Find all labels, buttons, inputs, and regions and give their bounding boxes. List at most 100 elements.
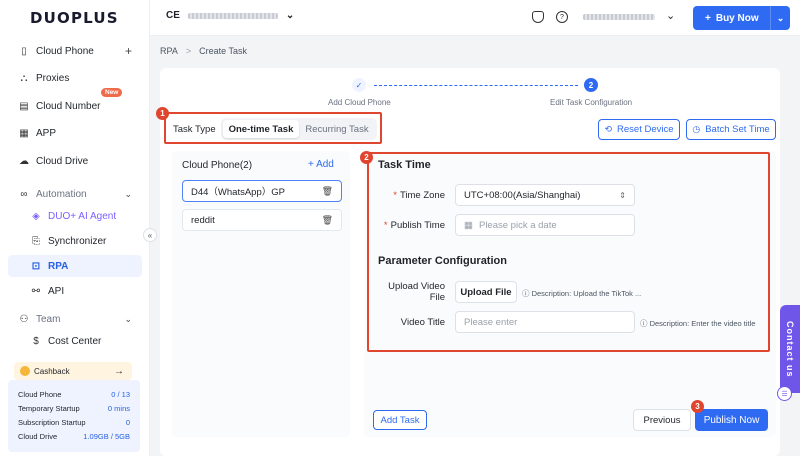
api-icon: ⚯ <box>31 285 41 297</box>
trash-icon[interactable]: 🗑 <box>322 186 333 197</box>
sidebar-item-cloud-number[interactable]: ▤ Cloud Number New <box>8 88 142 117</box>
video-title-description: ⓘ Description: Enter the video title <box>640 318 755 329</box>
clock-icon: ◷ <box>692 124 701 134</box>
team-icon: ⚇ <box>19 313 29 325</box>
batch-set-time-label: Batch Set Time <box>705 124 770 135</box>
info-icon: ⓘ <box>522 289 530 298</box>
breadcrumb: RPA > Create Task <box>160 46 247 56</box>
annotation-marker-3: 3 <box>691 400 704 413</box>
sidebar-item-cloud-phone[interactable]: ▯ Cloud Phone + <box>8 40 142 62</box>
sidebar-item-proxies[interactable]: ⛬ Proxies <box>8 67 142 89</box>
cloud-number-icon: ▤ <box>19 100 29 112</box>
add-task-button[interactable]: Add Task <box>373 410 427 430</box>
cashback-banner[interactable]: Cashback → <box>14 362 132 380</box>
collapse-sidebar-button[interactable]: « <box>143 228 157 242</box>
help-icon[interactable]: ? <box>556 11 568 23</box>
sidebar-item-label: Synchronizer <box>48 235 107 247</box>
chevron-down-icon[interactable]: ⌄ <box>666 9 675 22</box>
usage-value: 0 / 13 <box>111 389 130 399</box>
list-item[interactable]: reddit 🗑 <box>182 209 342 231</box>
redacted-user-email[interactable] <box>583 14 655 20</box>
upload-file-button[interactable]: Upload File <box>455 281 517 303</box>
contact-us-tab[interactable]: Contact us <box>780 305 800 393</box>
buy-now-button[interactable]: + Buy Now ⌄ <box>693 6 790 30</box>
chat-icon[interactable]: ☰ <box>777 386 792 401</box>
video-title-placeholder: Please enter <box>464 316 518 328</box>
publish-time-picker[interactable]: ▦ Please pick a date <box>455 214 635 236</box>
chevron-down-icon: ⌄ <box>124 188 132 199</box>
time-zone-value: UTC+08:00(Asia/Shanghai) <box>464 189 581 201</box>
sidebar-item-app[interactable]: ▦ APP <box>8 122 142 144</box>
breadcrumb-parent[interactable]: RPA <box>160 46 178 56</box>
task-type-label: Task Type <box>173 124 216 135</box>
sidebar-item-api[interactable]: ⚯ API <box>8 280 142 302</box>
top-bar: CE ⌄ ? ⌄ + Buy Now ⌄ <box>150 0 800 36</box>
reset-device-label: Reset Device <box>617 124 674 135</box>
breadcrumb-separator: > <box>185 46 192 56</box>
trash-icon[interactable]: 🗑 <box>322 215 333 226</box>
arrow-right-icon: → <box>114 365 124 377</box>
sidebar-group-label: Automation <box>36 188 87 200</box>
task-time-title: Task Time <box>378 159 431 171</box>
chevron-down-icon: ⌄ <box>124 313 132 324</box>
usage-row: Subscription Startup 0 <box>18 415 130 429</box>
upload-video-label-line1: Upload Video <box>388 281 445 292</box>
rpa-icon: ⊡ <box>31 260 41 272</box>
redacted-account-name <box>187 12 278 19</box>
sidebar-item-label: API <box>48 285 65 297</box>
sidebar-item-label: Cloud Drive <box>36 155 89 167</box>
previous-button[interactable]: Previous <box>633 409 691 431</box>
usage-label: Cloud Drive <box>18 431 58 441</box>
usage-label: Subscription Startup <box>18 417 86 427</box>
video-title-label: Video Title <box>400 317 445 328</box>
sidebar-item-cloud-drive[interactable]: ☁ Cloud Drive <box>8 150 142 172</box>
add-phone-link[interactable]: + Add <box>308 159 334 170</box>
sidebar-item-rpa[interactable]: ⊡ RPA <box>8 255 142 277</box>
new-badge: New <box>101 88 123 97</box>
sidebar-item-synchronizer[interactable]: ⎘ Synchronizer <box>8 230 142 252</box>
cashback-label: Cashback <box>34 366 70 376</box>
app-grid-icon: ▦ <box>19 127 29 139</box>
batch-set-time-button[interactable]: ◷ Batch Set Time <box>686 119 776 140</box>
sidebar-item-label: Cost Center <box>48 335 102 347</box>
publish-time-label-text: Publish Time <box>390 220 445 231</box>
usage-label: Cloud Phone <box>18 389 62 399</box>
video-title-description-text: Description: Enter the video title <box>649 319 756 328</box>
one-time-task-tab[interactable]: One-time Task <box>223 120 299 138</box>
list-item[interactable]: D44（WhatsApp）GP 🗑 <box>182 180 342 202</box>
synchronizer-icon: ⎘ <box>32 235 40 247</box>
sidebar-item-ai-agent[interactable]: ◈ DUO+ AI Agent <box>8 205 142 227</box>
usage-value: 0 mins <box>107 403 130 413</box>
recurring-task-tab[interactable]: Recurring Task <box>299 120 375 138</box>
buy-options-dropdown[interactable]: ⌄ <box>770 6 790 30</box>
chevron-down-icon: ⌄ <box>285 10 295 21</box>
reset-device-button[interactable]: ⟲ Reset Device <box>598 119 680 140</box>
step-check-icon: ✓ <box>352 78 366 92</box>
sidebar-item-cost-center[interactable]: $ Cost Center <box>8 330 142 352</box>
step-connector <box>374 85 578 86</box>
brand-logo[interactable]: DUOPLUS <box>30 9 119 27</box>
step-label-edit-config: Edit Task Configuration <box>550 98 633 107</box>
breadcrumb-current: Create Task <box>199 46 247 56</box>
add-cloud-phone-icon[interactable]: + <box>125 44 132 58</box>
time-zone-label: * Time Zone <box>373 190 445 201</box>
sidebar-group-automation[interactable]: ∞ Automation ⌄ <box>8 183 142 205</box>
publish-time-label: * Publish Time <box>373 220 445 231</box>
info-icon: ⓘ <box>640 319 648 328</box>
parameter-config-title: Parameter Configuration <box>378 255 507 267</box>
video-title-input[interactable]: Please enter <box>455 311 635 333</box>
usage-summary: Cloud Phone 0 / 13 Temporary Startup 0 m… <box>8 380 140 452</box>
task-type-toggle: One-time Task Recurring Task <box>221 118 377 140</box>
sidebar-group-team[interactable]: ⚇ Team ⌄ <box>8 308 142 330</box>
publish-now-button[interactable]: Publish Now <box>695 409 768 431</box>
annotation-marker-1: 1 <box>156 107 169 120</box>
buy-now-label: Buy Now <box>715 12 759 24</box>
time-zone-select[interactable]: UTC+08:00(Asia/Shanghai) ⇕ <box>455 184 635 206</box>
cloud-icon: ☁ <box>19 155 29 167</box>
usage-row: Cloud Phone 0 / 13 <box>18 387 130 401</box>
account-switcher[interactable]: CE ⌄ <box>166 10 294 21</box>
sidebar-item-label: Cloud Phone <box>36 45 94 57</box>
upload-description-text: Description: Upload the TikTok ... <box>531 289 642 298</box>
bell-icon[interactable] <box>532 11 544 23</box>
upload-description: ⓘ Description: Upload the TikTok ... <box>522 288 641 299</box>
